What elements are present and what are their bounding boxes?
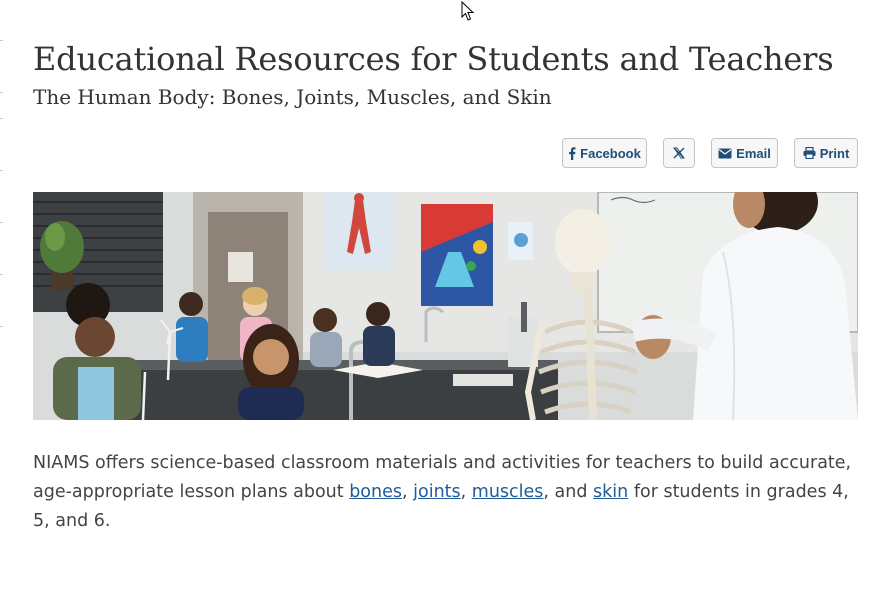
share-facebook-button[interactable]: Facebook: [562, 138, 647, 168]
page-title: Educational Resources for Students and T…: [33, 40, 834, 78]
bones-link[interactable]: bones: [349, 482, 402, 502]
muscles-link[interactable]: muscles: [472, 482, 544, 502]
mouse-cursor-icon: [461, 1, 475, 21]
share-facebook-label: Facebook: [580, 145, 641, 161]
classroom-hero-image: [33, 192, 858, 420]
intro-separator: ,: [402, 482, 414, 502]
share-print-button[interactable]: Print: [794, 138, 858, 168]
share-email-button[interactable]: Email: [711, 138, 778, 168]
intro-separator: , and: [543, 482, 594, 502]
share-x-button[interactable]: [663, 138, 695, 168]
joints-link[interactable]: joints: [413, 482, 461, 502]
printer-icon: [803, 147, 816, 159]
intro-separator: ,: [460, 482, 472, 502]
intro-paragraph: NIAMS offers science-based classroom mat…: [33, 449, 858, 536]
left-edge-marks: [0, 0, 4, 594]
facebook-icon: [569, 146, 576, 160]
x-logo-icon: [673, 147, 685, 159]
share-print-label: Print: [819, 145, 850, 161]
envelope-icon: [718, 148, 732, 158]
share-email-label: Email: [736, 145, 771, 161]
page-subtitle: The Human Body: Bones, Joints, Muscles, …: [33, 85, 552, 109]
skin-link[interactable]: skin: [593, 482, 628, 502]
